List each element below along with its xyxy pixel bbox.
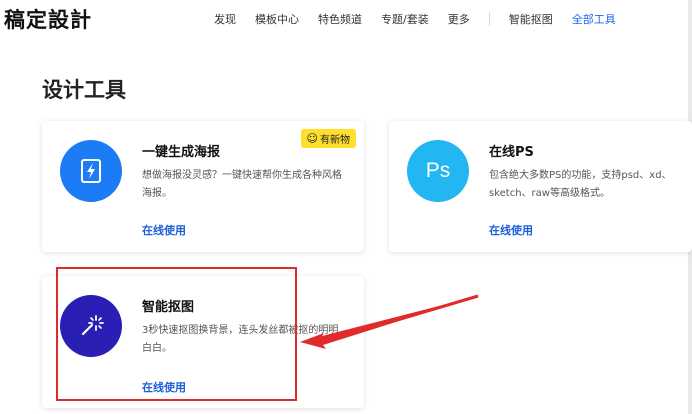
site-logo[interactable]: 稿定設計 [4,4,92,34]
use-online-link[interactable]: 在线使用 [489,222,533,238]
nav-item-channels[interactable]: 特色频道 [318,11,362,27]
nav-item-topics[interactable]: 专题/套装 [381,11,429,27]
nav-item-cutout[interactable]: 智能抠图 [509,11,553,27]
card-description: 包含绝大多数PS的功能，支持psd、xd、sketch、raw等高级格式。 [489,170,672,199]
nav-item-discover[interactable]: 发现 [214,11,236,27]
ps-icon-text: Ps [425,159,451,182]
page-title: 设计工具 [42,78,126,102]
tool-card-poster[interactable]: 一键生成海报 ☺ 有新物 想做海报没灵感？一键快速帮你生成各种风格海报。 在线使… [42,121,364,252]
smile-icon: ☺ [306,132,318,145]
nav-item-all-tools[interactable]: 全部工具 [572,11,616,27]
lightning-card-icon [60,140,122,202]
nav-divider [488,12,490,26]
card-title: 一键生成海报 [142,145,221,160]
top-header: 稿定設計 发现 模板中心 特色频道 专题/套装 更多 智能抠图 全部工具 [0,0,692,36]
card-description: 想做海报没灵感？一键快速帮你生成各种风格海报。 [142,170,342,199]
main-nav: 发现 模板中心 特色频道 专题/套装 更多 智能抠图 全部工具 [214,10,635,28]
tool-card-online-ps[interactable]: Ps 在线PS 包含绝大多数PS的功能，支持psd、xd、sketch、raw等… [389,121,692,252]
nav-item-templates[interactable]: 模板中心 [255,11,299,27]
ps-icon: Ps [407,140,469,202]
use-online-link[interactable]: 在线使用 [142,222,186,238]
nav-item-more[interactable]: 更多 [448,11,470,27]
card-title: 在线PS [489,145,534,160]
annotation-highlight-box [56,267,297,401]
lightning-card-icon-graphic [81,159,101,183]
new-badge: ☺ 有新物 [300,129,356,148]
badge-label: 有新物 [320,135,350,146]
